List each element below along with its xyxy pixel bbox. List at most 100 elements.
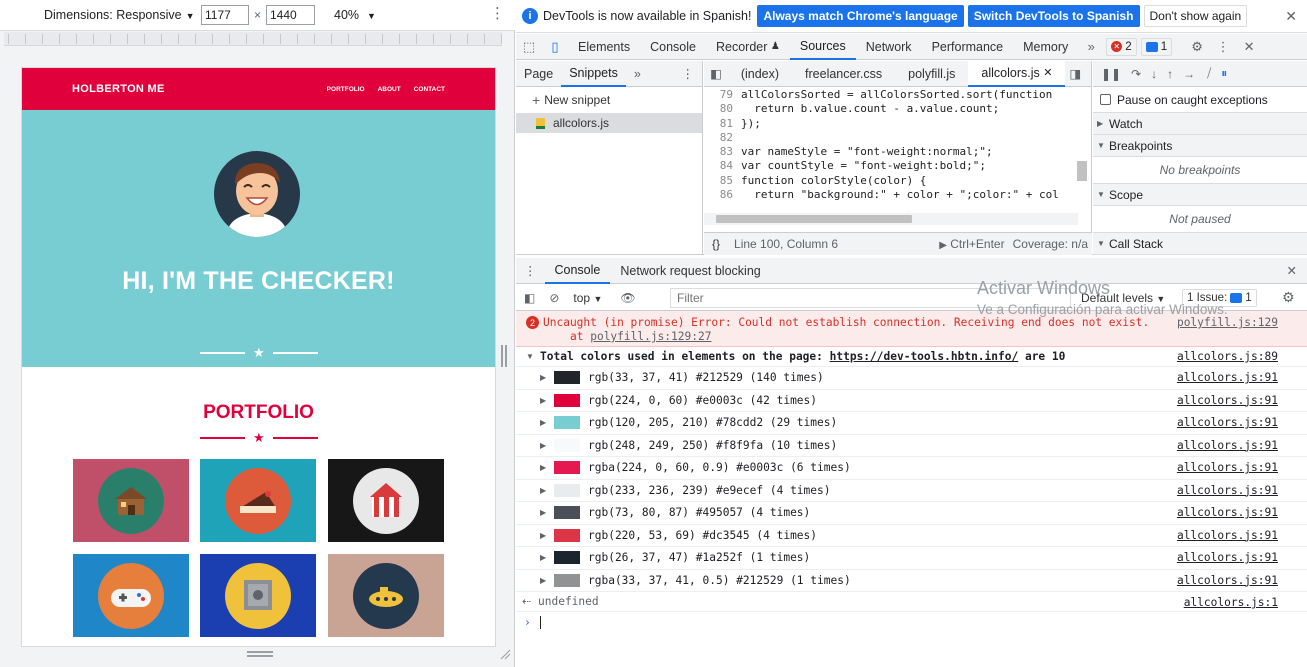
line-number[interactable]: 85: [704, 174, 741, 188]
editor-tab-freelancer[interactable]: freelancer.css: [792, 61, 895, 87]
tab-elements[interactable]: Elements: [568, 34, 640, 60]
expand-arrow-icon[interactable]: ▶: [540, 553, 554, 562]
code-line[interactable]: 80 return b.value.count - a.value.count;: [704, 102, 1092, 116]
editor-tab-index[interactable]: (index): [728, 61, 792, 87]
pause-caught-exceptions[interactable]: Pause on caught exceptions: [1093, 87, 1307, 113]
console-prompt[interactable]: ›: [516, 612, 1307, 632]
new-snippet-button[interactable]: + New snippet: [516, 87, 702, 113]
more-tabs-icon[interactable]: »: [626, 61, 649, 87]
color-source-link[interactable]: allcolors.js:91: [1177, 574, 1278, 587]
color-log-row[interactable]: ▶ rgb(233, 236, 239) #e9ecef (4 times) all…: [516, 480, 1307, 502]
pretty-print-icon[interactable]: {}: [712, 237, 720, 251]
line-number[interactable]: 84: [704, 159, 741, 173]
code-line[interactable]: 81});: [704, 117, 1092, 131]
line-number[interactable]: 81: [704, 117, 741, 131]
drawer-tab-console[interactable]: Console: [544, 258, 611, 284]
editor-tab-allcolors[interactable]: allcolors.js ✕: [968, 60, 1066, 87]
pause-on-exceptions-icon[interactable]: ⏸: [1221, 66, 1227, 81]
device-toolbar-icon[interactable]: ▯: [542, 34, 568, 60]
color-source-link[interactable]: allcolors.js:91: [1177, 529, 1278, 542]
code-line[interactable]: 86 return "background:" + color + ";colo…: [704, 188, 1092, 202]
scope-section[interactable]: ▼ Scope: [1093, 184, 1307, 206]
expand-arrow-icon[interactable]: ▶: [540, 396, 554, 405]
tab-network[interactable]: Network: [856, 34, 922, 60]
step-over-icon[interactable]: ↷: [1131, 67, 1141, 81]
pause-caught-checkbox[interactable]: [1100, 94, 1111, 105]
expand-arrow-icon[interactable]: ▶: [540, 576, 554, 585]
expand-arrow-icon[interactable]: ▶: [540, 531, 554, 540]
color-source-link[interactable]: allcolors.js:91: [1177, 371, 1278, 384]
close-drawer-icon[interactable]: ✕: [1277, 258, 1307, 284]
zoom-dropdown[interactable]: 40% ▼: [334, 8, 376, 22]
deactivate-breakpoints-icon[interactable]: ⧸: [1207, 66, 1211, 81]
portfolio-tile[interactable]: [73, 459, 189, 542]
color-source-link[interactable]: allcolors.js:91: [1177, 439, 1278, 452]
more-options-icon[interactable]: ⋮: [674, 61, 703, 87]
code-lines[interactable]: 79 allColorsSorted = allColorsSorted.sort…: [704, 88, 1092, 204]
color-log-row[interactable]: ▶ rgb(220, 53, 69) #dc3545 (4 times) allco…: [516, 525, 1307, 547]
result-source-link[interactable]: allcolors.js:1: [1184, 596, 1278, 609]
line-number[interactable]: 83: [704, 145, 741, 159]
code-line[interactable]: 79 allColorsSorted = allColorsSorted.sort…: [704, 88, 1092, 102]
step-icon[interactable]: →: [1183, 67, 1195, 81]
code-line[interactable]: 85 function colorStyle(color) {: [704, 174, 1092, 188]
console-sidebar-icon[interactable]: ◧: [524, 291, 535, 305]
call-stack-section[interactable]: ▼ Call Stack: [1093, 233, 1307, 255]
editor-tab-polyfill[interactable]: polyfill.js: [895, 61, 968, 87]
group-source-link[interactable]: allcolors.js:89: [1177, 350, 1278, 363]
color-source-link[interactable]: allcolors.js:91: [1177, 394, 1278, 407]
color-log-row[interactable]: ▶ rgb(248, 249, 250) #f8f9fa (10 times) al…: [516, 435, 1307, 457]
console-settings-gear-icon[interactable]: ⚙: [1282, 289, 1295, 306]
tab-performance[interactable]: Performance: [922, 34, 1014, 60]
portfolio-tile[interactable]: [328, 459, 444, 542]
tab-recorder[interactable]: Recorder ♟: [706, 34, 790, 60]
code-line[interactable]: 84 var countStyle = "font-weight:bold;";: [704, 159, 1092, 173]
close-devtools-icon[interactable]: ✕: [1236, 34, 1262, 60]
portfolio-tile[interactable]: [73, 554, 189, 637]
color-source-link[interactable]: allcolors.js:91: [1177, 551, 1278, 564]
expand-arrow-icon[interactable]: ▶: [540, 418, 554, 427]
nav-link-portfolio[interactable]: PORTFOLIO: [327, 86, 365, 93]
nav-link-about[interactable]: ABOUT: [378, 86, 401, 93]
media-query-ruler[interactable]: [4, 32, 502, 46]
expand-arrow-icon[interactable]: ▶: [540, 441, 554, 450]
color-log-row[interactable]: ▶ rgba(33, 37, 41, 0.5) #212529 (1 times)…: [516, 570, 1307, 592]
line-number[interactable]: 79: [704, 88, 741, 102]
close-tab-icon[interactable]: ✕: [1043, 66, 1052, 79]
viewport-resize-handle-bottom[interactable]: [247, 651, 273, 657]
issues-count-badge[interactable]: 1: [1140, 37, 1173, 56]
color-source-link[interactable]: allcolors.js:91: [1177, 461, 1278, 474]
dimensions-dropdown[interactable]: Dimensions: Responsive ▼: [44, 8, 194, 22]
always-match-language-button[interactable]: Always match Chrome's language: [757, 5, 964, 27]
tab-snippets[interactable]: Snippets: [561, 61, 626, 87]
live-expression-eye-icon[interactable]: 👁: [620, 291, 635, 305]
expand-arrow-icon[interactable]: ▶: [540, 373, 554, 382]
error-count-badge[interactable]: ✕ 2: [1106, 37, 1137, 56]
color-log-row[interactable]: ▶ rgb(224, 0, 60) #e0003c (42 times) allco…: [516, 390, 1307, 412]
error-stack-link[interactable]: polyfill.js:129:27: [590, 330, 711, 343]
portfolio-tile[interactable]: [328, 554, 444, 637]
height-input[interactable]: [266, 5, 315, 25]
color-log-row[interactable]: ▶ rgb(26, 37, 47) #1a252f (1 times) allcol…: [516, 547, 1307, 570]
tab-sources[interactable]: Sources: [789, 34, 856, 60]
error-source-link[interactable]: polyfill.js:129: [1177, 316, 1278, 329]
settings-gear-icon[interactable]: ⚙: [1184, 34, 1210, 60]
color-log-row[interactable]: ▶ rgb(33, 37, 41) #212529 (140 times) allc…: [516, 367, 1307, 390]
group-url-link[interactable]: https://dev-tools.hbtn.info/: [830, 350, 1019, 363]
nav-link-contact[interactable]: CONTACT: [414, 86, 445, 93]
console-group-header[interactable]: ▼ Total colors used in elements on the p…: [516, 347, 1307, 367]
expand-arrow-icon[interactable]: ▶: [540, 486, 554, 495]
tab-console[interactable]: Console: [640, 34, 706, 60]
drawer-tab-network-blocking[interactable]: Network request blocking: [610, 258, 770, 284]
run-snippet-button[interactable]: ▶ Ctrl+Enter: [939, 237, 1004, 251]
inspect-element-icon[interactable]: ⬚: [516, 34, 542, 60]
breakpoints-section[interactable]: ▼ Breakpoints: [1093, 135, 1307, 157]
tab-memory[interactable]: Memory: [1013, 34, 1078, 60]
watch-section[interactable]: ▶ Watch: [1093, 113, 1307, 135]
color-source-link[interactable]: allcolors.js:91: [1177, 484, 1278, 497]
portfolio-tile[interactable]: [200, 459, 316, 542]
expand-arrow-icon[interactable]: ▶: [540, 463, 554, 472]
site-brand[interactable]: HOLBERTON ME: [72, 83, 165, 95]
dont-show-again-button[interactable]: Don't show again: [1143, 5, 1248, 27]
clear-console-icon[interactable]: ⊘: [549, 291, 559, 305]
